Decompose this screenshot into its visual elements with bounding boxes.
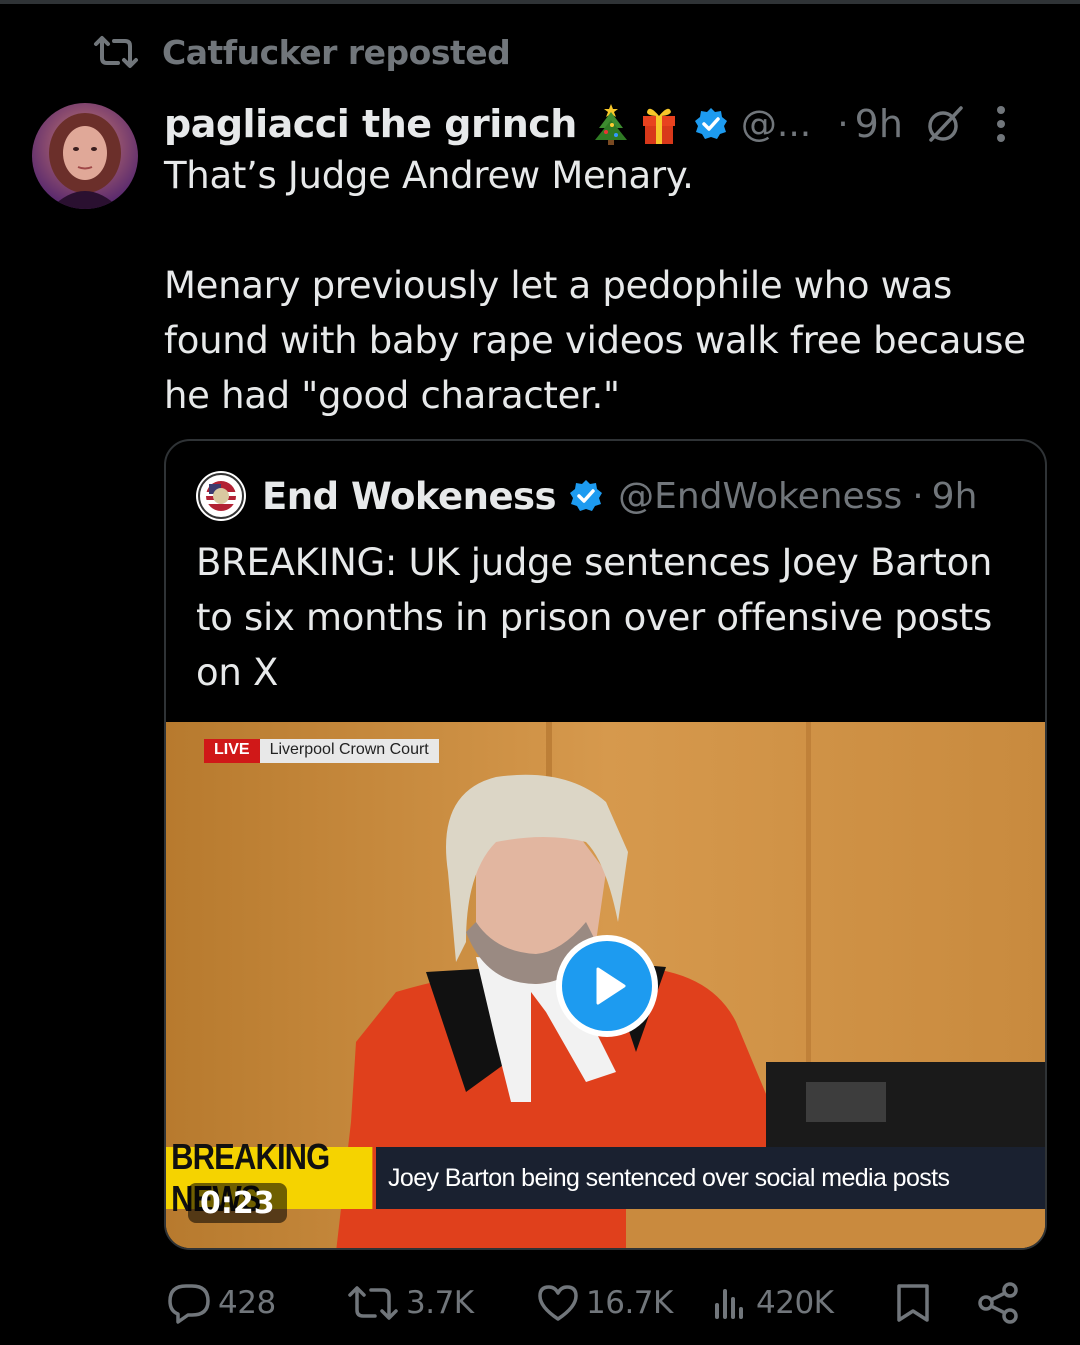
repost-icon xyxy=(92,32,140,72)
quoted-author-avatar[interactable] xyxy=(196,471,246,521)
like-count: 16.7K xyxy=(586,1285,673,1321)
play-icon xyxy=(596,967,626,1005)
quoted-author-handle[interactable]: @EndWokeness xyxy=(618,476,902,517)
share-icon xyxy=(978,1282,1018,1324)
more-options-icon[interactable] xyxy=(986,102,1016,146)
post-header: pagliacci the grinch @... · 9h xyxy=(164,96,1050,152)
quoted-post-header: End Wokeness @EndWokeness · 9h xyxy=(196,471,977,521)
view-count: 420K xyxy=(756,1285,834,1321)
like-button[interactable]: 16.7K xyxy=(536,1278,673,1328)
repost-label[interactable]: Catfucker reposted xyxy=(162,33,511,72)
bookmark-button[interactable] xyxy=(894,1278,932,1328)
video-duration: 0:23 xyxy=(188,1183,287,1223)
views-button[interactable]: 420K xyxy=(710,1278,834,1328)
quoted-header-separator: · xyxy=(912,475,924,517)
share-button[interactable] xyxy=(976,1278,1020,1328)
quoted-post-text: BREAKING: UK judge sentences Joey Barton… xyxy=(196,541,1004,694)
action-bar: 428 3.7K 16.7K 420K xyxy=(164,1278,1034,1328)
author-avatar[interactable] xyxy=(32,103,138,209)
bookmark-icon xyxy=(897,1284,929,1322)
post-text: That’s Judge Andrew Menary. Menary previ… xyxy=(164,154,1026,417)
top-divider xyxy=(0,0,1080,4)
repost-icon xyxy=(348,1286,398,1320)
live-badge: LIVE Liverpool Crown Court xyxy=(204,739,439,763)
header-separator: · xyxy=(837,103,849,145)
news-ticker: BREAKING NEWS Joey Barton being sentence… xyxy=(166,1136,1045,1219)
author-handle[interactable]: @... xyxy=(741,104,811,145)
repost-indicator: Catfucker reposted xyxy=(92,30,511,74)
repost-count: 3.7K xyxy=(406,1285,474,1321)
repost-button[interactable]: 3.7K xyxy=(346,1278,474,1328)
views-chart-icon xyxy=(715,1289,743,1319)
ticker-headline: Joey Barton being sentenced over social … xyxy=(376,1147,1045,1209)
video-location: Liverpool Crown Court xyxy=(259,739,439,763)
reply-count: 428 xyxy=(218,1285,276,1321)
quoted-post[interactable]: End Wokeness @EndWokeness · 9h BREAKING:… xyxy=(164,439,1047,1250)
reply-icon xyxy=(168,1284,210,1324)
video-player[interactable]: LIVE Liverpool Crown Court BREAKING NEWS… xyxy=(166,722,1045,1248)
quoted-author-display-name[interactable]: End Wokeness xyxy=(262,475,557,518)
author-display-name[interactable]: pagliacci the grinch xyxy=(164,102,577,146)
heart-icon xyxy=(538,1285,578,1321)
reply-button[interactable]: 428 xyxy=(166,1278,276,1328)
quoted-post-timestamp[interactable]: 9h xyxy=(932,476,978,517)
verified-badge-icon[interactable] xyxy=(693,106,729,142)
post-timestamp[interactable]: 9h xyxy=(855,102,903,146)
live-label: LIVE xyxy=(204,739,260,763)
gift-emoji-icon xyxy=(639,102,679,146)
play-button[interactable] xyxy=(556,935,658,1037)
verified-badge-icon[interactable] xyxy=(568,478,604,514)
grok-icon[interactable] xyxy=(925,104,965,144)
christmas-tree-emoji-icon xyxy=(591,102,631,146)
